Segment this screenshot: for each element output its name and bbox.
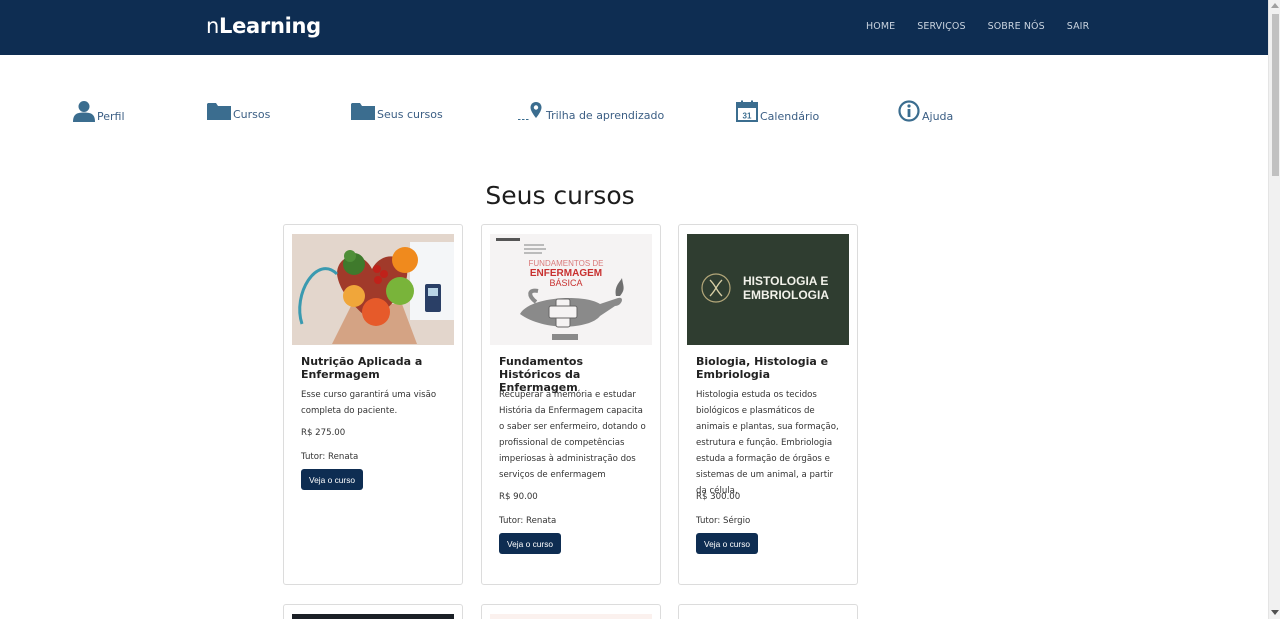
histology-banner-line-1: HISTOLOGIA E: [743, 274, 828, 288]
view-course-button[interactable]: Veja o curso: [301, 469, 363, 490]
menu-item-perfil[interactable]: Perfil: [73, 100, 125, 123]
top-navbar: nLearning HOME SERVIÇOS SOBRE NÓS SAIR: [0, 0, 1268, 55]
course-tutor: Tutor: Renata: [301, 452, 359, 462]
course-title: Biologia, Histologia e Embriologia: [696, 355, 829, 381]
book-cover-line-3: BÁSICA: [549, 278, 582, 288]
info-icon: [898, 100, 920, 122]
menu-label-ajuda: Ajuda: [922, 110, 954, 123]
course-card-partial: [481, 604, 661, 619]
menu-label-trilha: Trilha de aprendizado: [546, 109, 665, 122]
course-description: Recuperar a memória e estudar História d…: [499, 390, 646, 480]
course-title: Nutrição Aplicada a Enfermagem: [301, 355, 423, 381]
course-price: R$ 90.00: [499, 492, 538, 502]
course-tutor: Tutor: Renata: [499, 516, 557, 526]
course-card-partial: [283, 604, 463, 619]
page-title: Seus cursos: [485, 181, 635, 210]
scroll-up-arrow-icon[interactable]: [1271, 3, 1279, 8]
menu-item-calendario[interactable]: 31 Calendário: [736, 100, 820, 123]
menu-label-cursos: Cursos: [233, 108, 271, 121]
calendar-day-text: 31: [743, 112, 752, 121]
menu-item-ajuda[interactable]: Ajuda: [898, 100, 954, 123]
menu-label-seus-cursos: Seus cursos: [377, 108, 443, 121]
course-image: [292, 234, 454, 345]
map-pin-icon: [518, 102, 542, 120]
histology-banner-line-2: EMBRIOLOGIA: [743, 288, 829, 302]
folder-icon: [207, 103, 231, 120]
course-image-partial: [292, 614, 454, 619]
menu-label-calendario: Calendário: [760, 110, 820, 123]
course-description: Histologia estuda os tecidos biológicos …: [696, 390, 839, 496]
course-card: Nutrição Aplicada a Enfermagem Esse curs…: [283, 224, 463, 585]
menu-label-perfil: Perfil: [97, 110, 125, 123]
page-scrollbar[interactable]: [1268, 0, 1280, 619]
course-image: FUNDAMENTOS DE ENFERMAGEM BÁSICA: [490, 234, 652, 345]
nav-logout-link[interactable]: SAIR: [1067, 21, 1090, 32]
course-price: R$ 300.00: [696, 492, 741, 502]
view-course-button[interactable]: Veja o curso: [499, 533, 561, 554]
course-card: HISTOLOGIA E EMBRIOLOGIA Biologia, Histo…: [678, 224, 858, 585]
calendar-icon: 31: [736, 100, 758, 122]
book-cover-line-1: FUNDAMENTOS DE: [529, 259, 604, 268]
view-course-button[interactable]: Veja o curso: [696, 533, 758, 554]
brand-prefix: n: [206, 14, 220, 38]
nav-home-link[interactable]: HOME: [866, 21, 895, 32]
course-image-partial: [490, 614, 652, 619]
scroll-thumb[interactable]: [1272, 14, 1279, 176]
course-image: HISTOLOGIA E EMBRIOLOGIA: [687, 234, 849, 345]
course-price: R$ 275.00: [301, 428, 346, 438]
course-tutor: Tutor: Sérgio: [696, 516, 751, 526]
user-icon: [73, 101, 95, 122]
nav-links: HOME SERVIÇOS SOBRE NÓS SAIR: [866, 21, 1111, 32]
course-card-partial: [678, 604, 858, 619]
folder-icon: [351, 103, 375, 120]
nav-services-link[interactable]: SERVIÇOS: [917, 21, 965, 32]
course-description: Esse curso garantirá uma visão completa …: [301, 390, 437, 416]
menu-item-seus-cursos[interactable]: Seus cursos: [351, 102, 443, 121]
course-card: FUNDAMENTOS DE ENFERMAGEM BÁSICA Fundame…: [481, 224, 661, 585]
menu-item-trilha[interactable]: Trilha de aprendizado: [518, 101, 665, 122]
brand-name: Learning: [219, 14, 321, 38]
scroll-down-arrow-icon[interactable]: [1271, 610, 1279, 615]
nav-about-link[interactable]: SOBRE NÓS: [988, 21, 1045, 32]
brand-logo[interactable]: nLearning: [206, 14, 321, 38]
menu-item-cursos[interactable]: Cursos: [207, 102, 271, 121]
